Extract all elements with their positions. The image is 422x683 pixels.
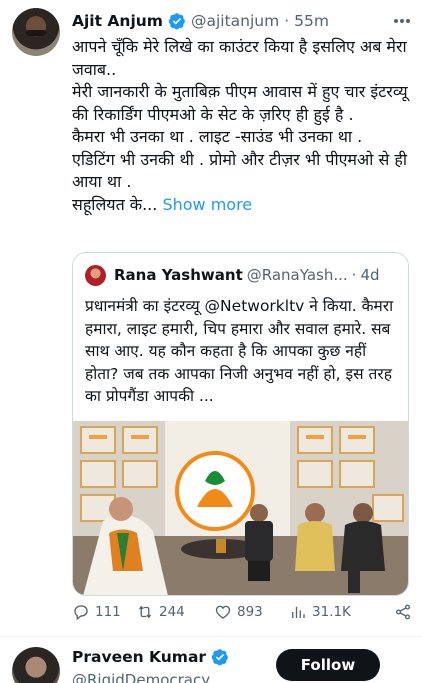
tweet-line-truncated: सहूलियत के... Show more [72,194,410,217]
repost-icon [138,605,152,619]
tweet-line: मेरी जानकारी के मुताबिक़ पीएम आवास में ह… [72,82,408,124]
more-options-icon[interactable] [392,12,412,30]
quoted-tweet[interactable]: Rana Yashwant @RanaYash... · 4d प्रधानमं… [72,252,409,596]
tweet-text: आपने चूँकि मेरे लिखे का काउंटर किया है इ… [72,36,410,216]
tweet-card[interactable]: Ajit Anjum @ajitanjum · 55m आपने चूँकि म… [0,0,422,636]
follow-button[interactable]: Follow [276,649,380,681]
tweet-line: कैमरा भी उनका था . लाइट -साउंड भी उनका थ… [72,127,407,191]
quote-author-handle: @RanaYash... [246,266,348,284]
author-avatar[interactable] [12,8,60,56]
view-count: 31.1K [312,604,351,620]
share-button[interactable] [394,603,412,621]
interview-photo[interactable] [73,421,408,595]
separator-dot: · [351,266,357,284]
views-button[interactable]: 31.1K [289,603,375,621]
interview-scene-illustration [73,421,408,595]
views-icon [292,606,305,618]
tweet-actions: 111 244 893 31.1K [72,600,412,624]
quote-header: Rana Yashwant @RanaYash... · 4d [85,264,398,286]
quote-text: प्रधानमंत्री का इंटरव्यू @Networkltv ने … [85,297,394,405]
verified-badge-icon [168,13,185,30]
next-author-handle[interactable]: @RigidDemocracy [72,671,210,683]
timestamp[interactable]: 55m [294,12,329,30]
next-author-name[interactable]: Praveen Kumar [72,648,206,666]
author-name[interactable]: Ajit Anjum [72,12,163,30]
show-more-link[interactable]: Show more [162,195,252,214]
verified-badge-icon [211,649,228,666]
next-tweet[interactable]: Praveen Kumar @RigidDemocracy Follow [0,637,422,683]
author-handle[interactable]: @ajitanjum [191,12,279,30]
quote-author-name: Rana Yashwant [114,266,243,284]
separator-dot: · [284,12,290,30]
reply-icon [74,605,88,621]
quote-timestamp: 4d [360,266,380,284]
tweet-header: Ajit Anjum @ajitanjum · 55m [72,10,412,32]
repost-button[interactable]: 244 [136,603,214,621]
quote-author-avatar [85,264,106,286]
repost-count: 244 [159,604,185,620]
truncated-text: सहूलियत के... [72,194,158,214]
next-author-row: Praveen Kumar [72,648,229,666]
share-icon [395,604,411,620]
like-button[interactable]: 893 [214,603,289,621]
like-count: 893 [237,604,263,620]
tweet-line: आपने चूँकि मेरे लिखे का काउंटर किया है इ… [72,37,407,79]
like-icon [215,605,231,619]
reply-button[interactable]: 111 [72,603,136,621]
next-author-avatar[interactable] [12,647,60,683]
reply-count: 111 [95,604,121,620]
